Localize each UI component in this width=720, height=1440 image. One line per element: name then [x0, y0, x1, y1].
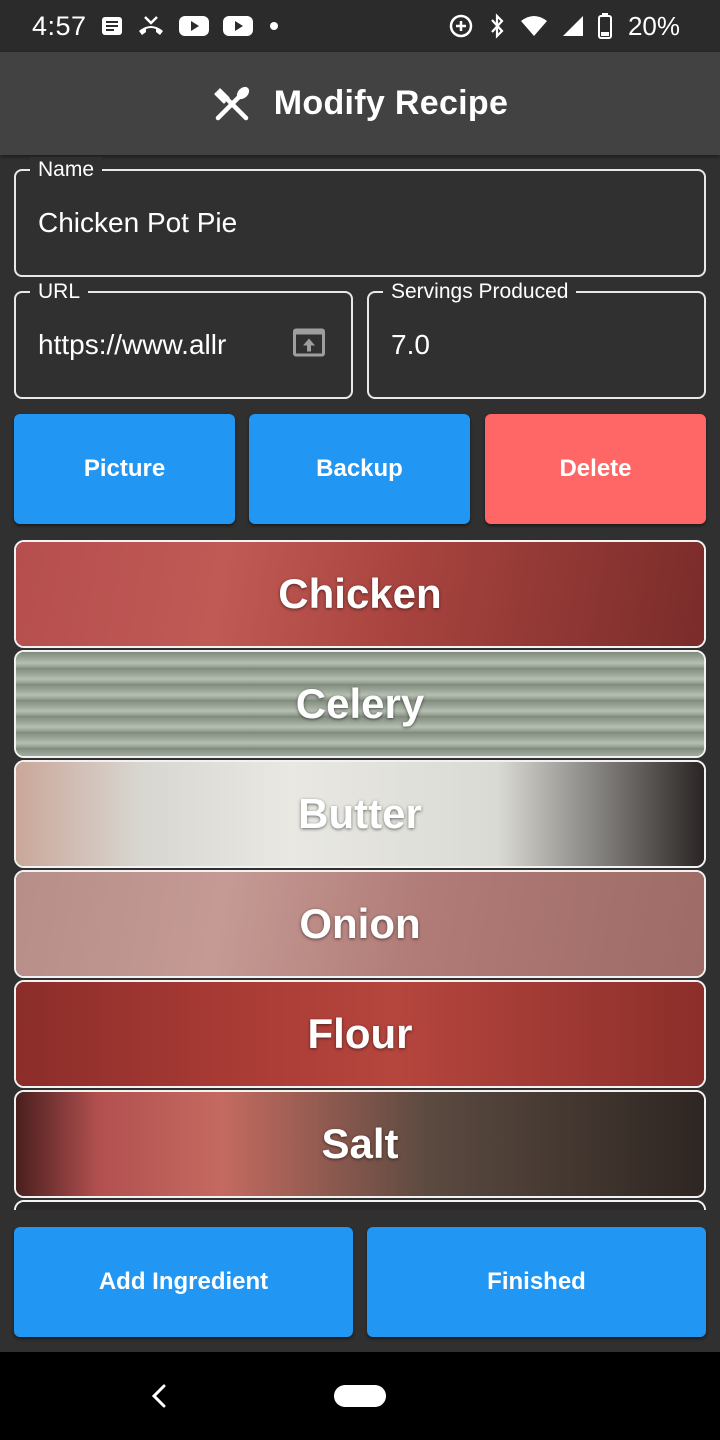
ingredient-item-flour[interactable]: Flour	[14, 980, 706, 1088]
open-in-browser-icon[interactable]	[291, 327, 327, 364]
status-bar: 4:57 20%	[0, 0, 720, 52]
youtube-icon	[222, 15, 253, 37]
app-bar: Modify Recipe	[0, 52, 720, 155]
finished-button[interactable]: Finished	[367, 1227, 706, 1337]
dot-icon	[267, 19, 281, 33]
ingredient-item-butter[interactable]: Butter	[14, 760, 706, 868]
bluetooth-icon	[488, 13, 506, 39]
ingredient-item-onion[interactable]: Onion	[14, 870, 706, 978]
signal-icon	[562, 15, 584, 37]
system-nav-bar	[0, 1352, 720, 1440]
utensils-icon	[212, 84, 252, 124]
picture-button[interactable]: Picture	[14, 414, 235, 524]
ingredient-list[interactable]: Chicken Celery Butter Onion Flour Salt	[0, 538, 720, 1210]
status-right: 20%	[448, 11, 680, 42]
add-ingredient-button[interactable]: Add Ingredient	[14, 1227, 353, 1337]
ingredient-item-chicken[interactable]: Chicken	[14, 540, 706, 648]
back-icon[interactable]	[148, 1382, 170, 1415]
home-pill-icon[interactable]	[334, 1385, 386, 1407]
name-field-label: Name	[30, 157, 103, 183]
ingredient-item-partial[interactable]	[14, 1200, 706, 1210]
ingredient-name: Flour	[307, 1010, 413, 1057]
ingredient-name: Onion	[299, 900, 421, 947]
name-field-value[interactable]: Chicken Pot Pie	[38, 207, 237, 239]
servings-field-label: Servings Produced	[383, 279, 577, 305]
servings-field[interactable]: Servings Produced 7.0	[367, 279, 706, 399]
data-saver-icon	[448, 13, 474, 39]
bottom-action-bar: Add Ingredient Finished	[0, 1212, 720, 1352]
page-title: Modify Recipe	[273, 84, 509, 122]
ingredient-name: Chicken	[278, 570, 442, 617]
url-field-value[interactable]: https://www.allr	[38, 329, 250, 361]
wifi-icon	[520, 15, 548, 37]
servings-field-value[interactable]: 7.0	[391, 329, 430, 361]
youtube-icon	[178, 15, 209, 37]
ingredient-image	[16, 1202, 704, 1210]
ingredient-item-celery[interactable]: Celery	[14, 650, 706, 758]
delete-button[interactable]: Delete	[485, 414, 706, 524]
url-field[interactable]: URL https://www.allr	[14, 279, 353, 399]
url-field-label: URL	[30, 279, 89, 305]
ingredient-item-salt[interactable]: Salt	[14, 1090, 706, 1198]
battery-icon	[597, 13, 612, 39]
name-field[interactable]: Name Chicken Pot Pie	[14, 157, 706, 277]
ingredient-name: Salt	[321, 1120, 399, 1167]
ingredient-name: Celery	[295, 680, 425, 727]
battery-percent: 20%	[627, 10, 680, 41]
status-left: 4:57	[32, 11, 281, 42]
backup-button[interactable]: Backup	[249, 414, 470, 524]
missed-call-icon	[137, 15, 165, 37]
news-icon	[101, 16, 123, 36]
ingredient-name: Butter	[298, 790, 422, 837]
status-time: 4:57	[32, 10, 87, 41]
